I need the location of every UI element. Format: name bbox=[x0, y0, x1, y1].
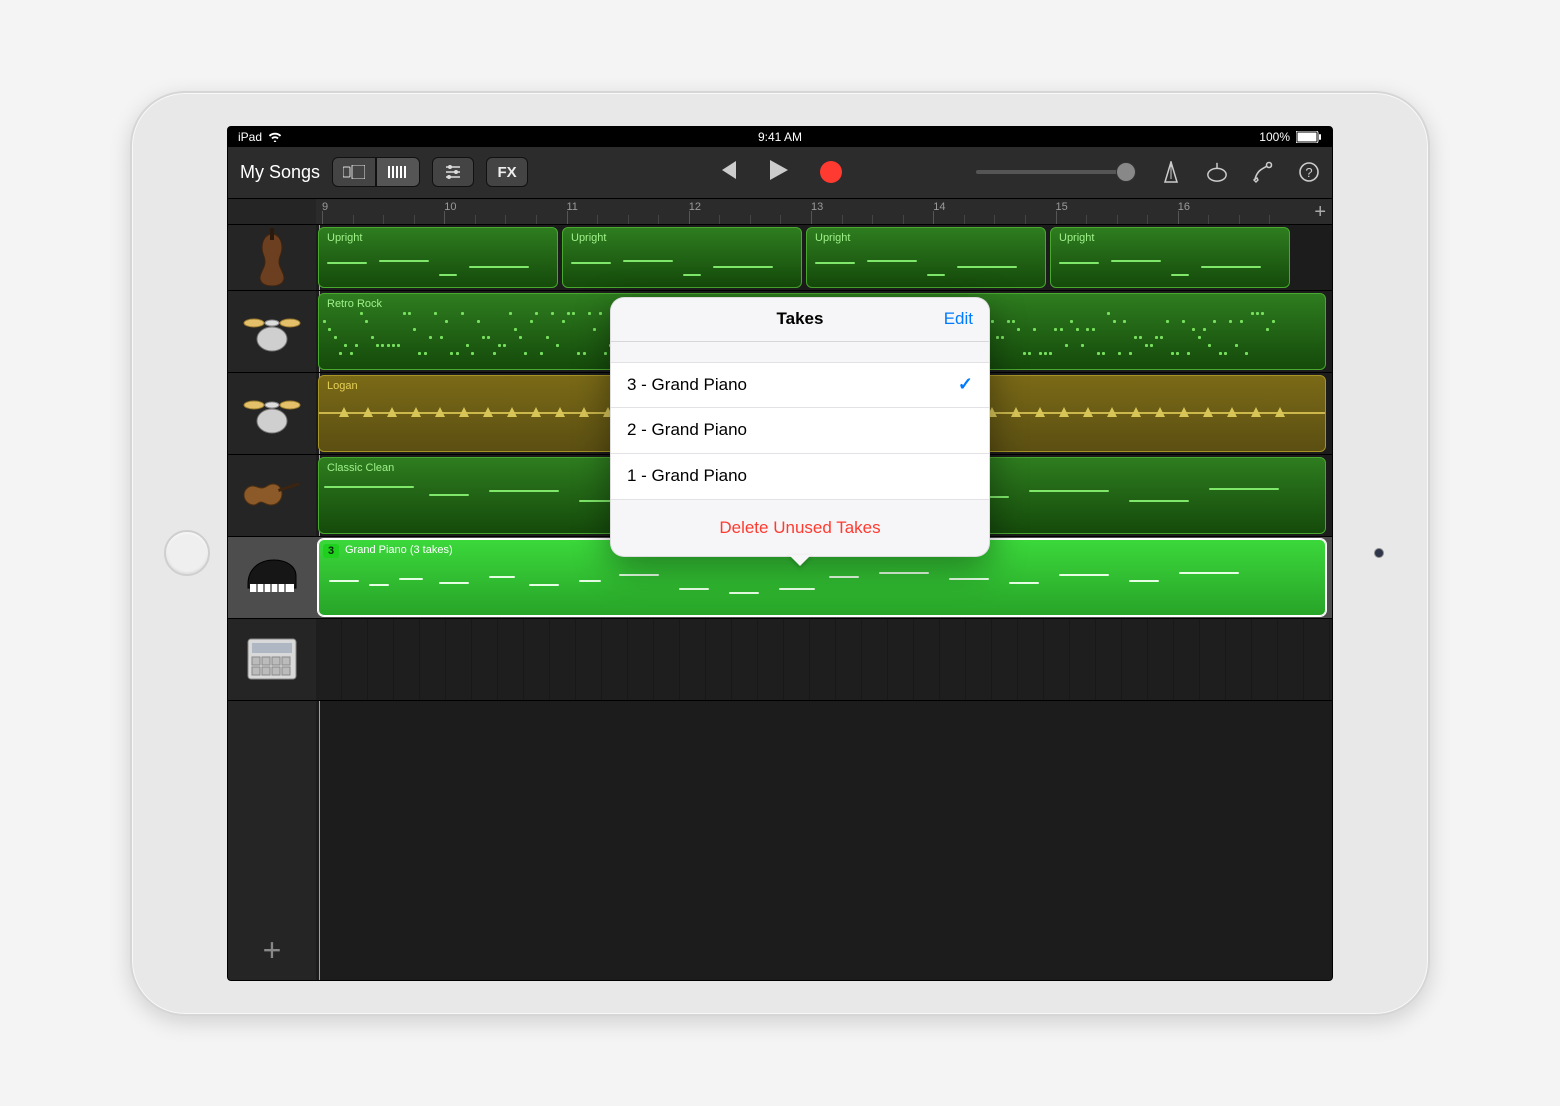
clip-label: Upright bbox=[815, 232, 850, 244]
ruler-bar-10: 10 bbox=[444, 199, 456, 224]
clip-label: Upright bbox=[327, 232, 362, 244]
clip-label: Logan bbox=[327, 380, 358, 392]
take-label: 3 - Grand Piano bbox=[627, 375, 747, 395]
clip-label: Retro Rock bbox=[327, 298, 382, 310]
drums-icon bbox=[241, 300, 303, 362]
transport bbox=[718, 160, 842, 185]
add-section-button[interactable]: + bbox=[1314, 201, 1326, 224]
ruler-bar-16: 16 bbox=[1178, 199, 1190, 224]
loop-icon[interactable] bbox=[1206, 161, 1228, 183]
popover-title: Takes bbox=[777, 309, 824, 329]
svg-text:?: ? bbox=[1305, 165, 1312, 180]
ruler-bar-11: 11 bbox=[567, 199, 578, 224]
cello-icon bbox=[241, 226, 303, 288]
track-header-upright[interactable] bbox=[228, 225, 316, 291]
help-icon[interactable]: ? bbox=[1298, 161, 1320, 183]
drums-icon bbox=[241, 382, 303, 444]
clip-label: Classic Clean bbox=[327, 462, 394, 474]
ruler-spacer bbox=[228, 199, 316, 225]
ruler-bar-15: 15 bbox=[1056, 199, 1068, 224]
metronome-icon[interactable] bbox=[1160, 161, 1182, 183]
clip-upright-4[interactable]: Upright bbox=[1050, 227, 1290, 288]
take-item-3[interactable]: 3 - Grand Piano ✓ bbox=[611, 362, 989, 408]
track-header-sampler[interactable] bbox=[228, 619, 316, 701]
record-button[interactable] bbox=[820, 161, 842, 183]
status-bar: iPad 9:41 AM 100% bbox=[228, 127, 1332, 147]
play-button[interactable] bbox=[770, 160, 788, 185]
ruler-bar-12: 12 bbox=[689, 199, 701, 224]
clip-upright-3[interactable]: Upright bbox=[806, 227, 1046, 288]
clip-upright-1[interactable]: Upright bbox=[318, 227, 558, 288]
settings-icon[interactable] bbox=[1252, 161, 1274, 183]
clip-label: Grand Piano (3 takes) bbox=[345, 544, 453, 556]
ruler-bar-14: 14 bbox=[933, 199, 945, 224]
check-icon: ✓ bbox=[958, 374, 973, 395]
take-label: 2 - Grand Piano bbox=[627, 420, 747, 440]
take-badge[interactable]: 3 bbox=[323, 544, 339, 558]
take-item-2[interactable]: 2 - Grand Piano bbox=[611, 408, 989, 454]
track-header-classic-clean[interactable] bbox=[228, 455, 316, 537]
tracks-view-button[interactable] bbox=[376, 157, 420, 187]
clip-label: Upright bbox=[1059, 232, 1094, 244]
ruler-bar-9: 9 bbox=[322, 199, 328, 224]
track-header-retro-rock[interactable] bbox=[228, 291, 316, 373]
home-button[interactable] bbox=[164, 530, 210, 576]
clip-label: Upright bbox=[571, 232, 606, 244]
tracks-area[interactable]: Upright Upright Upright Upright bbox=[316, 225, 1332, 980]
track-controls-button[interactable] bbox=[432, 157, 474, 187]
ruler-bar-13: 13 bbox=[811, 199, 823, 224]
guitar-icon bbox=[241, 464, 303, 526]
front-camera-icon bbox=[1374, 548, 1384, 558]
track-headers: + bbox=[228, 225, 316, 980]
master-volume-slider[interactable] bbox=[976, 170, 1136, 174]
piano-icon bbox=[241, 546, 303, 608]
clip-upright-2[interactable]: Upright bbox=[562, 227, 802, 288]
track-header-grand-piano[interactable] bbox=[228, 537, 316, 619]
take-label: 1 - Grand Piano bbox=[627, 466, 747, 486]
sampler-icon bbox=[241, 628, 303, 690]
ipad-frame: iPad 9:41 AM 100% My Songs bbox=[130, 91, 1430, 1016]
track-lane-upright[interactable]: Upright Upright Upright Upright bbox=[316, 225, 1332, 291]
right-tools: ? bbox=[976, 161, 1320, 183]
fx-button[interactable]: FX bbox=[486, 157, 528, 187]
view-switch-group bbox=[332, 157, 420, 187]
time-ruler[interactable]: + 9 10 11 12 13 14 15 16 bbox=[316, 199, 1332, 225]
add-track-button[interactable]: + bbox=[228, 922, 316, 980]
delete-unused-takes-button[interactable]: Delete Unused Takes bbox=[611, 500, 989, 556]
app-toolbar: My Songs FX bbox=[228, 147, 1332, 199]
take-item-1[interactable]: 1 - Grand Piano bbox=[611, 454, 989, 500]
track-lane-sampler[interactable] bbox=[316, 619, 1332, 701]
go-to-start-button[interactable] bbox=[718, 161, 738, 184]
back-my-songs[interactable]: My Songs bbox=[240, 162, 320, 183]
takes-popover: Takes Edit 3 - Grand Piano ✓ 2 - Grand P… bbox=[610, 297, 990, 557]
workspace: + Upright Upright Upright bbox=[228, 225, 1332, 980]
popover-edit-button[interactable]: Edit bbox=[944, 309, 973, 329]
browser-view-button[interactable] bbox=[332, 157, 376, 187]
popover-header: Takes Edit bbox=[611, 298, 989, 342]
track-header-logan[interactable] bbox=[228, 373, 316, 455]
app-screen: iPad 9:41 AM 100% My Songs bbox=[227, 126, 1333, 981]
status-time: 9:41 AM bbox=[228, 130, 1332, 144]
popover-list: 3 - Grand Piano ✓ 2 - Grand Piano 1 - Gr… bbox=[611, 362, 989, 500]
